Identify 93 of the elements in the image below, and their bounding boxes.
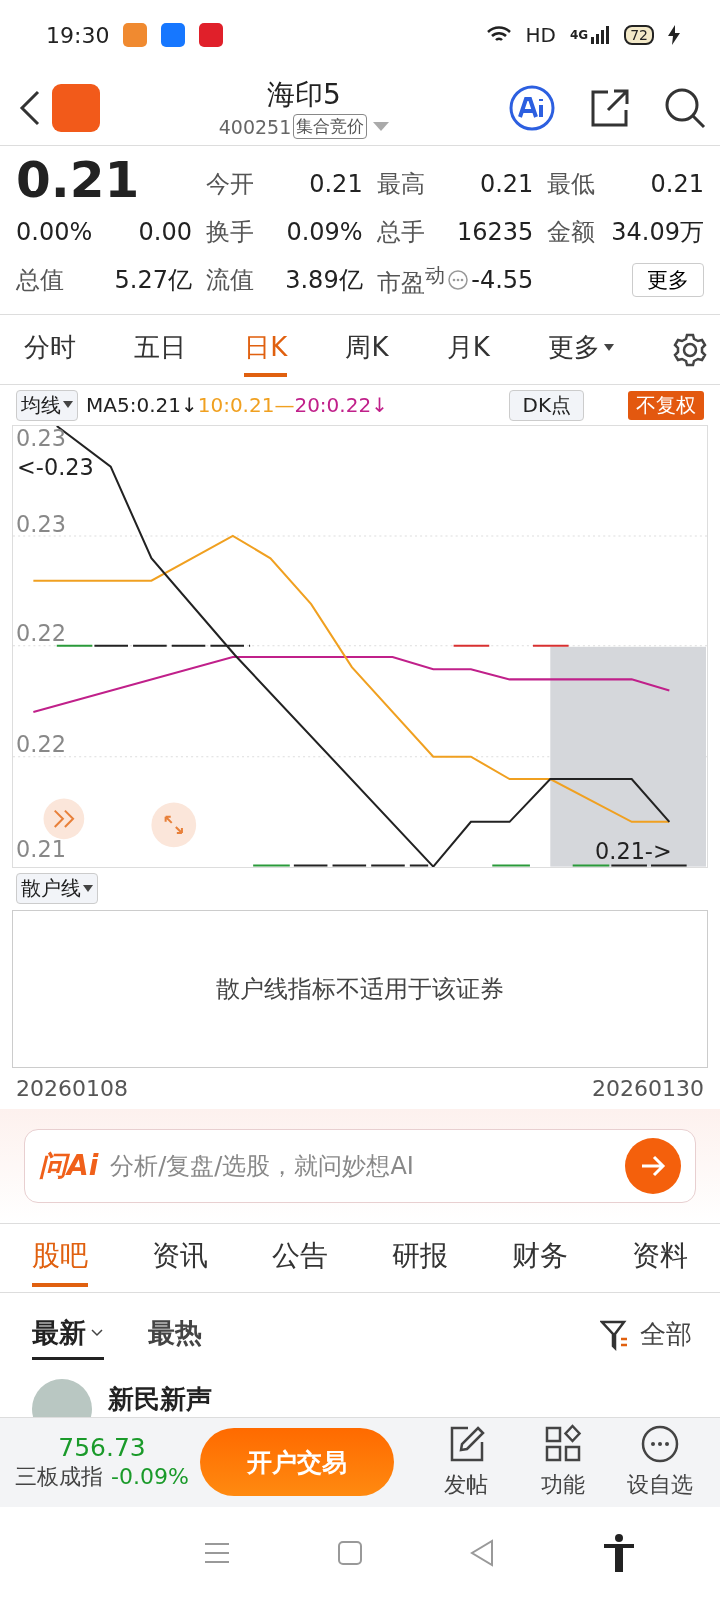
field-value: 0.21 (309, 170, 363, 198)
field-label: 换手 (206, 217, 254, 248)
dropdown-icon[interactable] (373, 121, 390, 132)
chart-tab[interactable]: 月K (446, 322, 490, 377)
app-icon (123, 23, 148, 47)
info-tab[interactable]: 财务 (512, 1228, 568, 1287)
axis-label: 0.22 (16, 730, 66, 757)
field-label: 今开 (206, 169, 254, 200)
info-tab[interactable]: 资讯 (152, 1228, 208, 1287)
ai-search-field[interactable]: 问Ai 分析/复盘/选股，就问妙想AI (24, 1128, 696, 1203)
signal-icon (590, 25, 611, 45)
network-label: HD (525, 23, 556, 47)
post-author: 新民新声 (108, 1383, 212, 1417)
index-change: -0.09% (111, 1464, 189, 1490)
field-label: 总手 (376, 217, 425, 248)
menu-icon[interactable] (204, 1542, 230, 1565)
caret-icon (63, 401, 73, 409)
charging-icon (668, 25, 680, 45)
axis-label: 0.22 (16, 619, 66, 646)
caret-icon (603, 343, 614, 352)
info-tab[interactable]: 股吧 (32, 1228, 88, 1287)
field-value: 5.27亿 (114, 265, 192, 296)
max-price-label: <-0.23 (17, 453, 94, 480)
ai-icon[interactable] (508, 83, 556, 132)
info-tab[interactable]: 研报 (392, 1228, 448, 1287)
stock-code: 400251 (218, 115, 292, 138)
status-time: 19:30 (46, 22, 110, 48)
axis-label: 0.23 (16, 426, 66, 452)
start-date: 20260108 (16, 1075, 128, 1101)
adjust-badge[interactable]: 不复权 (628, 390, 704, 420)
home-icon[interactable] (338, 1541, 362, 1566)
filter-icon[interactable] (600, 1318, 630, 1351)
field-value: 0.21 (479, 170, 534, 198)
field-label: 总值 (16, 265, 64, 296)
sort-tab[interactable]: 最热 (148, 1309, 202, 1361)
field-label: 最低 (547, 169, 596, 200)
expand-left-button[interactable] (43, 798, 85, 840)
ma-value: 20:0.22↓ (294, 393, 388, 417)
info-tab[interactable]: 公告 (272, 1228, 328, 1287)
more-button[interactable]: 更多 (632, 263, 704, 297)
sort-tab[interactable]: 最新 (32, 1309, 104, 1361)
info-tab[interactable]: 资料 (632, 1228, 688, 1287)
settings-icon[interactable] (671, 331, 708, 368)
more-icon (639, 1424, 680, 1465)
indicator-select[interactable]: 散户线 (16, 873, 98, 905)
field-value: 0.21 (650, 170, 704, 198)
axis-label: 0.21 (16, 836, 66, 863)
min-price-label: 0.21-> (595, 838, 672, 865)
end-date: 20260130 (592, 1075, 704, 1101)
caret-icon (90, 1328, 104, 1339)
back-nav-icon[interactable] (470, 1539, 494, 1568)
field-value: 16235 (456, 218, 534, 246)
current-price: 0.21 (16, 152, 141, 208)
action-button[interactable]: 发帖 (418, 1423, 515, 1502)
app-icon (199, 23, 224, 47)
app-icon (161, 23, 186, 47)
field-label: 市盈$^{动}$ (376, 261, 445, 299)
dk-button[interactable]: DK点 (509, 389, 584, 421)
network-type: 4G (569, 28, 589, 42)
action-button[interactable]: 设自选 (611, 1423, 708, 1502)
app-logo (52, 83, 100, 132)
field-label: 最高 (376, 169, 425, 200)
chart-tab[interactable]: 分时 (24, 322, 76, 377)
chart-tab[interactable]: 更多 (547, 322, 614, 377)
field-label: 流值 (206, 265, 254, 296)
index-value: 756.73 (58, 1432, 146, 1462)
change-amount: 0.00 (138, 218, 192, 246)
axis-label: 0.23 (16, 510, 66, 537)
change-percent: 0.00% (16, 218, 93, 246)
field-value: 3.89亿 (285, 265, 363, 296)
chart-tab[interactable]: 周K (345, 322, 389, 377)
field-label: 金额 (547, 217, 596, 248)
filter-label[interactable]: 全部 (640, 1317, 692, 1353)
info-icon[interactable] (447, 269, 470, 291)
caret-icon (83, 884, 93, 893)
action-button[interactable]: 功能 (514, 1423, 612, 1502)
chart-tab[interactable]: 日K (244, 322, 288, 377)
share-icon[interactable] (590, 87, 630, 128)
ma-value: MA5:0.21↓ (86, 393, 198, 417)
indicator-select[interactable]: 均线 (16, 389, 78, 421)
auction-tag: 集合竞价 (293, 114, 368, 139)
accessibility-icon[interactable] (602, 1533, 636, 1574)
battery-level: 72 (624, 25, 654, 45)
field-value: 0.09% (286, 218, 363, 246)
stock-name: 海印5 (267, 77, 341, 113)
fullscreen-button[interactable] (151, 802, 197, 848)
search-icon[interactable] (664, 86, 706, 129)
field-value: -4.55 (471, 266, 534, 294)
ma-value: 10:0.21— (197, 393, 295, 417)
index-name: 三板成指 (15, 1462, 104, 1491)
field-value: 34.09万 (611, 217, 704, 248)
empty-message: 散户线指标不适用于该证券 (216, 973, 504, 1005)
chart-tab[interactable]: 五日 (134, 322, 187, 377)
